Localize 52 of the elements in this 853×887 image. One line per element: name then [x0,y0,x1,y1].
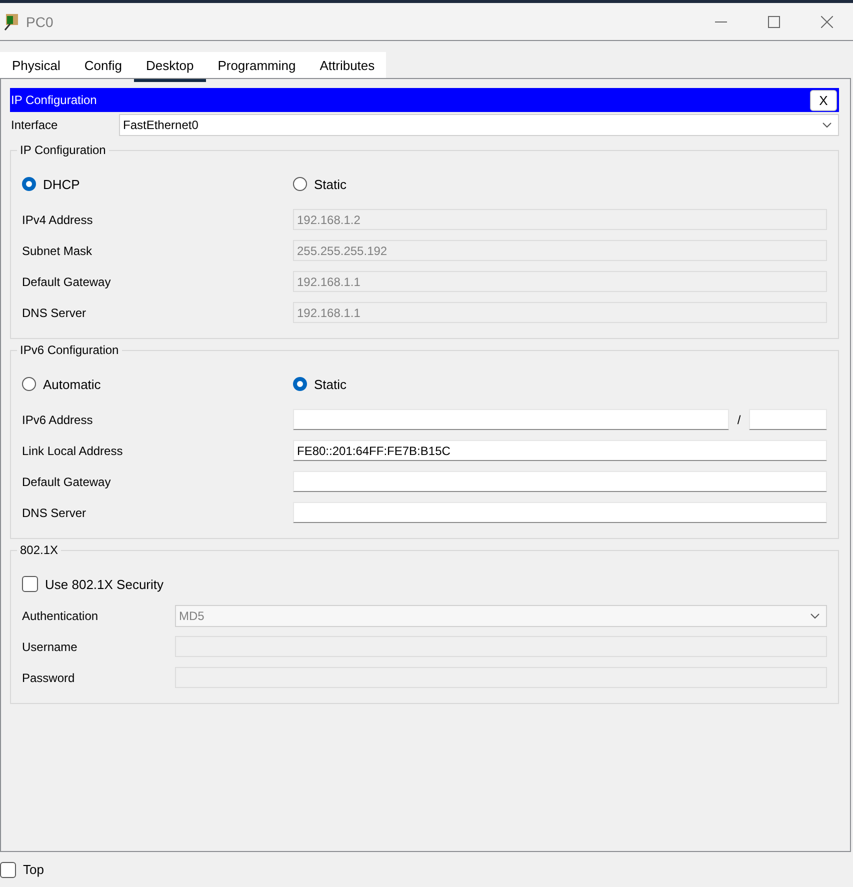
input-field[interactable] [293,502,827,523]
tab[interactable]: Physical [0,52,72,82]
interface-dropdown[interactable]: FastEthernet0 [119,114,839,136]
checkbox[interactable] [22,576,38,592]
radio-option[interactable]: Automatic [22,376,293,392]
radio-label: Static [314,176,347,192]
minimize-icon [714,20,726,22]
close-button[interactable]: X [810,90,837,110]
maximize-icon [768,16,780,28]
window-title: PC0 [26,14,54,30]
field-label: Default Gateway [22,474,112,488]
close-icon [820,16,832,28]
field-label: IPv4 Address [22,212,94,226]
field-label: Default Gateway [22,274,112,288]
radio-option[interactable]: Static [293,376,564,392]
group-legend: IP Configuration [17,143,109,157]
field-label: Interface [11,118,59,132]
field-label: IPv6 Address [22,412,94,426]
tab[interactable]: Attributes [308,52,387,82]
field-label: Username [22,640,78,654]
group-legend: 802.1X [17,543,62,557]
field-label: Authentication [22,608,100,622]
slash-label: / [736,412,742,426]
field-label: DNS Server [22,306,88,320]
field-label: Subnet Mask [22,244,94,258]
tab[interactable]: Config [72,52,134,82]
field-label: DNS Server [22,506,88,520]
group-legend: IPv6 Configuration [17,343,122,357]
input-field[interactable]: FE80::201:64FF:FE7B:B15C [293,440,827,461]
radio-button[interactable] [293,177,307,191]
field-label: Link Local Address [22,444,124,458]
tab[interactable]: Desktop [134,52,206,82]
checkbox-label: Top [23,862,44,877]
input-field[interactable] [293,409,729,430]
radio-label: DHCP [43,176,80,192]
pc-icon [4,12,20,30]
chevron-down-icon [810,612,820,618]
tab[interactable]: Programming [206,52,308,82]
prefix-field[interactable] [749,409,827,430]
radio-label: Static [314,376,347,392]
radio-button[interactable] [22,177,36,191]
radio-button[interactable] [293,377,307,391]
checkbox[interactable] [0,862,16,878]
field-label: Password [22,670,76,684]
panel-title: IP Configuration [11,93,97,107]
chevron-down-icon [822,122,832,128]
radio-label: Automatic [43,376,101,392]
input-field[interactable] [293,471,827,492]
checkbox-label: Use 802.1X Security [45,576,164,592]
radio-option[interactable]: DHCP [22,176,293,192]
radio-option[interactable]: Static [293,176,564,192]
radio-button[interactable] [22,377,36,391]
